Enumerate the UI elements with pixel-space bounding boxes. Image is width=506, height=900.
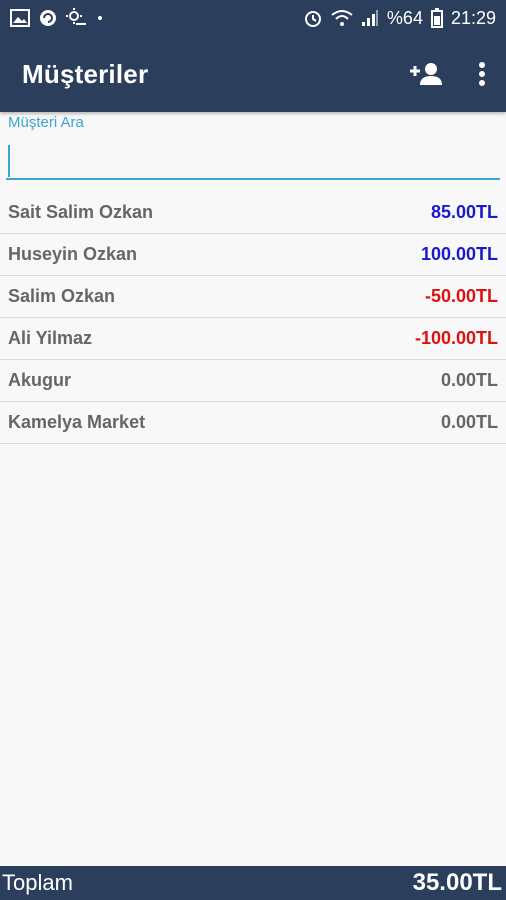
status-time: 21:29 [450, 7, 496, 28]
customer-name: Salim Ozkan [8, 286, 116, 306]
customer-balance: -100.00TL [414, 328, 498, 348]
customer-balance: 100.00TL [420, 244, 498, 264]
list-item[interactable]: Huseyin Ozkan 100.00TL [0, 234, 506, 276]
add-person-icon[interactable] [408, 61, 442, 87]
app-bar-actions [408, 61, 486, 87]
signal-icon [361, 9, 379, 27]
list-item[interactable]: Kamelya Market 0.00TL [0, 402, 506, 444]
image-icon [10, 9, 30, 27]
list-item[interactable]: Sait Salim Ozkan 85.00TL [0, 192, 506, 234]
customer-balance: 85.00TL [430, 202, 498, 222]
page-title: Müşteriler [22, 58, 149, 89]
list-item[interactable]: Ali Yilmaz -100.00TL [0, 318, 506, 360]
customer-name: Sait Salim Ozkan [8, 202, 154, 222]
wifi-icon [331, 9, 353, 27]
customer-name: Akugur [8, 370, 71, 390]
text-cursor [8, 145, 10, 177]
search-input[interactable] [6, 140, 500, 180]
alarm-icon [303, 8, 323, 28]
battery-icon [430, 8, 443, 28]
customer-name: Ali Yilmaz [8, 328, 93, 348]
weather-icon [66, 8, 88, 28]
sync-icon [38, 8, 58, 28]
list-item[interactable]: Akugur 0.00TL [0, 360, 506, 402]
app-bar: Müşteriler [0, 36, 506, 112]
customer-balance: 0.00TL [440, 412, 498, 432]
total-label: Toplam [2, 870, 73, 895]
customer-balance: 0.00TL [440, 370, 498, 390]
customer-balance: -50.00TL [424, 286, 498, 306]
search-label: Müşteri Ara [8, 114, 84, 131]
status-bar-left [10, 8, 104, 28]
customer-name: Huseyin Ozkan [8, 244, 138, 264]
more-vert-icon[interactable] [478, 61, 486, 87]
customer-list: Sait Salim Ozkan 85.00TL Huseyin Ozkan 100.… [0, 192, 506, 444]
dot-icon [96, 14, 104, 22]
total-amount: 35.00TL [412, 869, 502, 896]
status-bar: %64 21:29 [0, 0, 506, 36]
customer-name: Kamelya Market [8, 412, 146, 432]
list-item[interactable]: Salim Ozkan -50.00TL [0, 276, 506, 318]
battery-percent: %64 [386, 7, 423, 28]
status-bar-right: %64 21:29 [303, 8, 496, 29]
total-footer: Toplam 35.00TL [0, 866, 506, 900]
